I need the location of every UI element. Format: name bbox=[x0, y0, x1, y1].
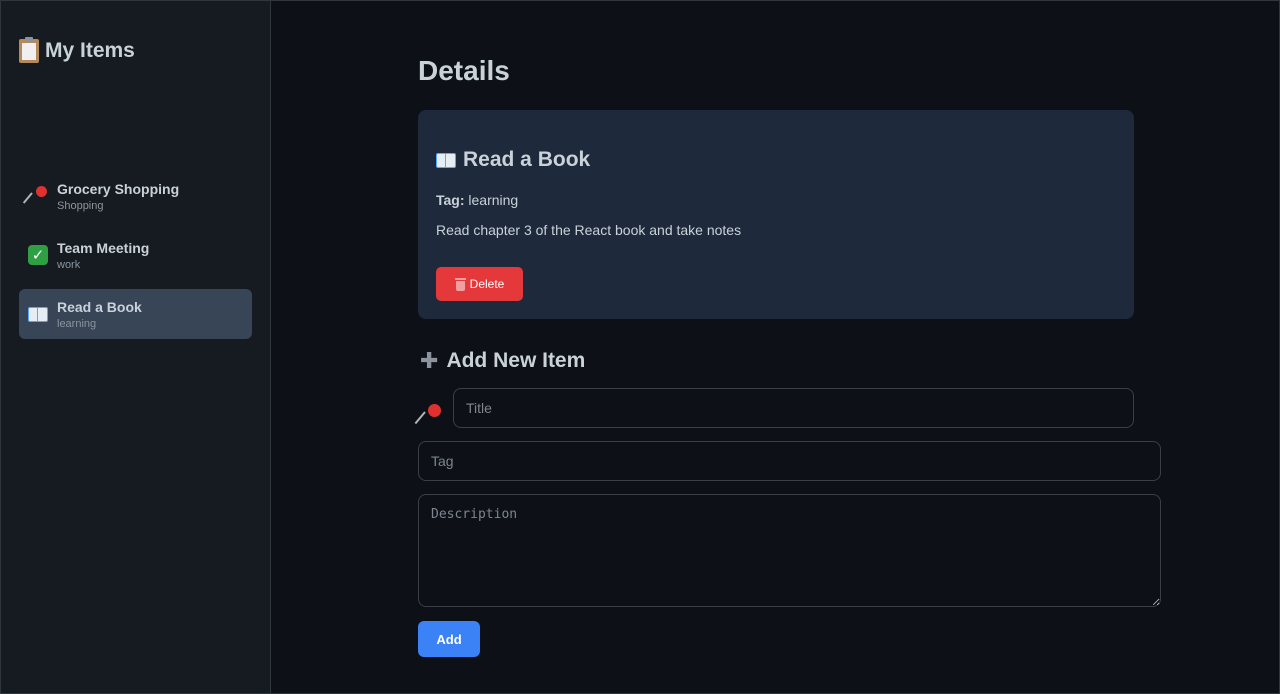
page-title: Details bbox=[418, 55, 510, 86]
title-input[interactable] bbox=[453, 388, 1134, 428]
detail-description: Read chapter 3 of the React book and tak… bbox=[436, 222, 742, 238]
add-button[interactable]: Add bbox=[418, 621, 480, 657]
delete-button-label: Delete bbox=[469, 277, 505, 291]
clipboard-icon bbox=[19, 37, 39, 63]
add-item-heading-text: Add New Item bbox=[446, 349, 586, 372]
sidebar-item-title: Team Meeting bbox=[57, 239, 150, 256]
sidebar-item-title: Grocery Shopping bbox=[57, 180, 180, 197]
sidebar-item-tag: learning bbox=[57, 317, 97, 330]
item-list: Grocery Shopping Shopping ✓ Team Meeting… bbox=[19, 171, 252, 348]
pushpin-icon bbox=[414, 402, 444, 428]
book-icon bbox=[436, 152, 456, 168]
detail-title: Read a Book bbox=[436, 148, 590, 172]
sidebar-item-grocery-shopping[interactable]: Grocery Shopping Shopping bbox=[19, 171, 252, 221]
detail-card: Read a Book Tag: learning Read chapter 3… bbox=[418, 110, 1134, 319]
detail-tag-label: Tag: bbox=[436, 192, 465, 208]
sidebar-item-team-meeting[interactable]: ✓ Team Meeting work bbox=[19, 230, 252, 280]
pushpin-icon bbox=[22, 185, 49, 207]
app-window: My Items Grocery Shopping Shopping ✓ Tea… bbox=[0, 0, 1280, 694]
tag-input[interactable] bbox=[418, 441, 1161, 481]
check-icon: ✓ bbox=[27, 244, 49, 266]
sidebar-title-text: My Items bbox=[45, 39, 135, 62]
trash-icon bbox=[454, 277, 466, 291]
sidebar-item-tag: Shopping bbox=[57, 199, 104, 212]
sidebar-item-read-a-book[interactable]: Read a Book learning bbox=[19, 289, 252, 339]
detail-tag-value: learning bbox=[468, 192, 519, 208]
sidebar-item-tag: work bbox=[57, 258, 81, 271]
plus-icon: ✚ bbox=[420, 348, 439, 373]
delete-button[interactable]: Delete bbox=[436, 267, 523, 301]
sidebar: My Items Grocery Shopping Shopping ✓ Tea… bbox=[1, 1, 271, 693]
sidebar-title: My Items bbox=[19, 37, 135, 63]
book-icon bbox=[27, 303, 49, 325]
detail-title-text: Read a Book bbox=[463, 148, 591, 171]
detail-tag: Tag: learning bbox=[436, 192, 518, 208]
sidebar-item-title: Read a Book bbox=[57, 298, 142, 315]
description-input[interactable] bbox=[418, 494, 1161, 607]
add-item-heading: ✚ Add New Item bbox=[420, 348, 585, 374]
